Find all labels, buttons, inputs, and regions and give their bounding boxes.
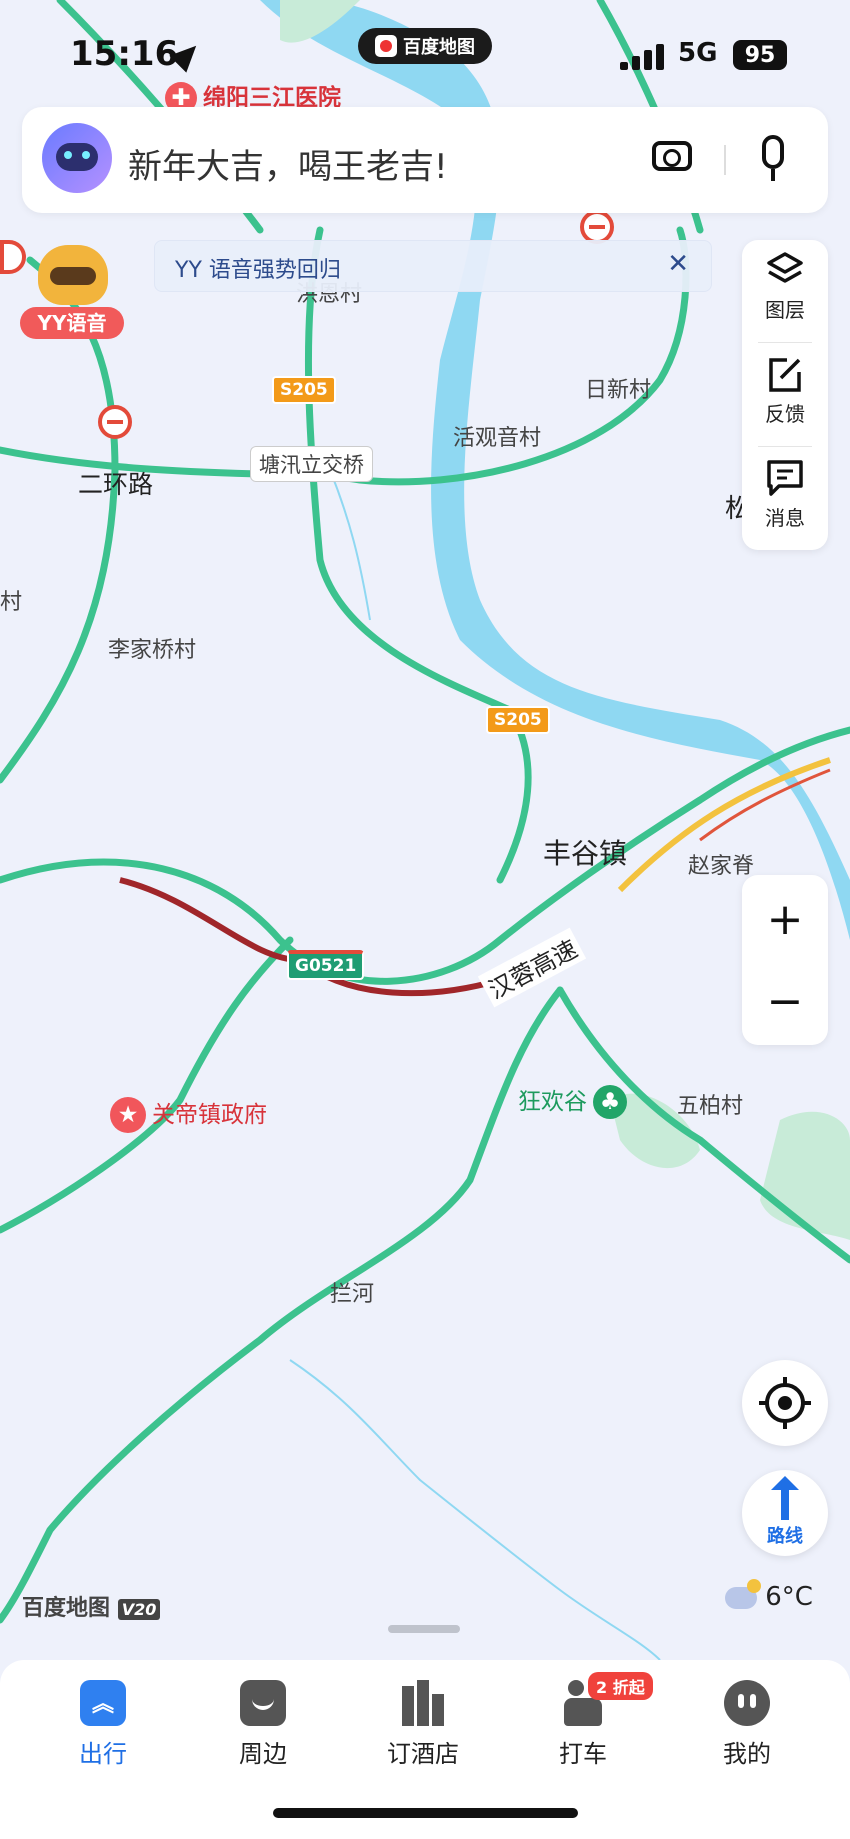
travel-icon: ︽ <box>80 1680 126 1726</box>
route-button[interactable]: 路线 <box>742 1470 828 1556</box>
message-icon <box>767 460 803 496</box>
map-label-wubai: 五柏村 <box>677 1094 744 1119</box>
map-label-kuanghuan[interactable]: 狂欢谷 ♣ <box>518 1082 627 1119</box>
road-shield-g0521: G0521 <box>287 950 365 980</box>
zoom-in-button[interactable]: + <box>742 885 828 955</box>
park-pin-icon: ♣ <box>593 1085 627 1119</box>
profile-icon <box>724 1680 770 1726</box>
divider <box>758 342 812 343</box>
layers-icon <box>767 252 803 283</box>
map-label-tangxun: 塘汛立交桥 <box>250 446 373 482</box>
map-label-rixin: 日新村 <box>585 378 652 403</box>
camera-icon[interactable] <box>652 141 692 171</box>
map-label-guandi[interactable]: ★ 关帝镇政府 <box>110 1095 267 1133</box>
tab-taxi[interactable]: 打车 2 折起 <box>528 1672 653 1769</box>
map-tools-panel: 图层 反馈 消息 <box>742 240 828 550</box>
yy-mascot[interactable]: YY语音 <box>20 245 128 340</box>
map-label-lijiaqiao: 李家桥村 <box>108 638 197 663</box>
divider <box>724 145 726 175</box>
cloud-sun-icon <box>725 1578 761 1609</box>
tab-travel[interactable]: ︽ 出行 <box>48 1680 158 1769</box>
banner-text: YY 语音强势回归 <box>175 258 341 283</box>
nearby-icon <box>240 1680 286 1726</box>
map-label-fenggu: 丰谷镇 <box>543 837 628 870</box>
zoom-out-button[interactable]: − <box>742 967 828 1037</box>
map-label-erhuan: 二环路 <box>78 470 154 499</box>
no-entry-icon[interactable] <box>98 405 132 439</box>
discount-badge: 2 折起 <box>588 1672 653 1700</box>
mascot-label: YY语音 <box>20 307 124 339</box>
baidu-map-icon <box>375 35 397 57</box>
drawer-handle[interactable] <box>388 1625 460 1633</box>
crosshair-icon <box>759 1377 811 1429</box>
feedback-button[interactable]: 反馈 <box>742 344 828 444</box>
hotel-icon <box>400 1680 446 1726</box>
tab-profile[interactable]: 我的 <box>692 1680 802 1769</box>
route-arrow-icon <box>771 1476 799 1520</box>
battery-indicator: 95 <box>733 40 787 70</box>
zoom-controls: + − <box>742 875 828 1045</box>
divider <box>758 446 812 447</box>
messages-button[interactable]: 消息 <box>742 448 828 548</box>
search-placeholder[interactable]: 新年大吉，喝王老吉! <box>128 139 448 188</box>
road-shield-s205: S205 <box>272 376 336 404</box>
assistant-avatar-icon[interactable] <box>42 123 112 193</box>
map-label-huoguanyin: 活观音村 <box>453 426 542 451</box>
close-icon[interactable]: ✕ <box>667 249 689 279</box>
edit-icon <box>769 358 801 392</box>
version-badge: V20 <box>117 1599 161 1620</box>
locate-button[interactable] <box>742 1360 828 1446</box>
road-shield-s205-b: S205 <box>486 706 550 734</box>
layers-button[interactable]: 图层 <box>742 240 828 340</box>
no-entry-icon[interactable] <box>580 210 614 244</box>
app-pill[interactable]: 百度地图 <box>358 28 492 64</box>
map-label-cun: 村 <box>0 590 23 615</box>
route-label: 路线 <box>767 1526 803 1547</box>
tab-hotel[interactable]: 订酒店 <box>368 1680 478 1769</box>
search-bar[interactable]: 新年大吉，喝王老吉! <box>22 107 828 213</box>
map-label-zhaojiaji: 赵家脊 <box>688 854 755 879</box>
map-label-lanhe: 拦河 <box>330 1282 375 1307</box>
star-pin-icon: ★ <box>110 1097 146 1133</box>
brand-logo: 百度地图 V20 <box>22 1590 161 1622</box>
signal-icon <box>620 44 666 70</box>
network-type: 5G <box>678 38 718 68</box>
status-time: 15:16 <box>70 34 179 74</box>
weather-widget[interactable]: 6°C <box>725 1578 813 1612</box>
home-indicator <box>273 1808 578 1818</box>
status-bar: 15:16 百度地图 5G 95 <box>0 0 850 100</box>
microphone-icon[interactable] <box>762 135 784 169</box>
promo-banner[interactable]: YY 语音强势回归 ✕ <box>154 240 712 292</box>
microphone-stem <box>771 169 775 181</box>
tab-nearby[interactable]: 周边 <box>208 1680 318 1769</box>
